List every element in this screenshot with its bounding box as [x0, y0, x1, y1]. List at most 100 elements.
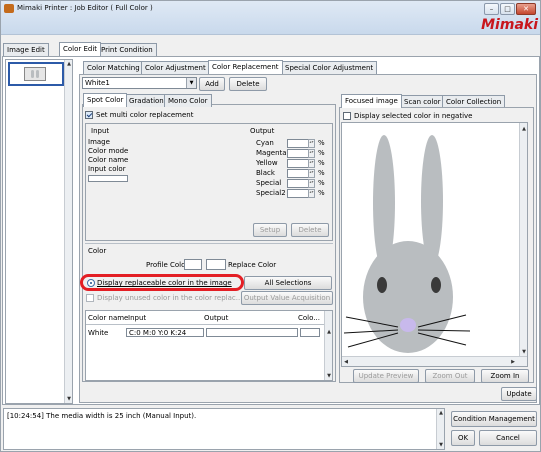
- tab-special-color-adjustment[interactable]: Special Color Adjustment: [281, 61, 378, 74]
- col-output[interactable]: Output: [204, 314, 228, 322]
- replace-color-swatch: [206, 259, 226, 270]
- display-replaceable-radio[interactable]: [87, 279, 95, 287]
- add-button[interactable]: Add: [199, 77, 225, 91]
- black-label: Black: [256, 169, 275, 177]
- ok-button[interactable]: OK: [451, 430, 475, 446]
- color-name-label: Color name: [88, 156, 129, 164]
- special2-label: Special2: [256, 189, 286, 197]
- magenta-unit: %: [318, 149, 325, 157]
- row-input: C:0 M:0 Y:0 K:24: [126, 328, 204, 337]
- brand-logo: Mimaki: [481, 17, 538, 33]
- special-input[interactable]: [287, 179, 309, 188]
- delete-output-button[interactable]: Delete: [291, 223, 329, 237]
- scroll-up-icon[interactable]: ▲: [520, 126, 528, 132]
- thumbnail-selected[interactable]: [8, 62, 64, 86]
- scroll-down-icon[interactable]: ▼: [65, 396, 73, 402]
- viewport-hscroll[interactable]: ◀ ▶: [342, 356, 527, 366]
- display-negative-checkbox[interactable]: [343, 112, 351, 120]
- window-title: Mimaki Printer : Job Editor ( Full Color…: [17, 4, 153, 12]
- cyan-unit: %: [318, 139, 325, 147]
- close-button[interactable]: ✕: [516, 3, 536, 15]
- preset-value: White1: [85, 79, 110, 87]
- profile-color-label: Profile Color: [146, 261, 189, 269]
- black-stepper[interactable]: ▴▾: [308, 169, 315, 178]
- col-input[interactable]: Input: [128, 314, 146, 322]
- scroll-down-icon[interactable]: ▼: [325, 373, 333, 379]
- row-color-name: White: [88, 329, 109, 337]
- title-bar: Mimaki Printer : Job Editor ( Full Color…: [1, 1, 540, 35]
- output-value-acquisition-button[interactable]: Output Value Acquisition: [241, 291, 333, 305]
- black-input[interactable]: [287, 169, 309, 178]
- scroll-down-icon[interactable]: ▼: [520, 349, 528, 355]
- display-replaceable-label[interactable]: Display replaceable color in the image: [97, 279, 232, 287]
- magenta-stepper[interactable]: ▴▾: [308, 149, 315, 158]
- display-negative-label: Display selected color in negative: [354, 112, 473, 120]
- cyan-input[interactable]: [287, 139, 309, 148]
- update-preview-button[interactable]: Update Preview: [353, 369, 419, 383]
- scroll-down-icon[interactable]: ▼: [437, 442, 445, 448]
- display-unused-checkbox[interactable]: [86, 294, 94, 302]
- special2-stepper[interactable]: ▴▾: [308, 189, 315, 198]
- tab-mono-color[interactable]: Mono Color: [164, 94, 212, 107]
- scroll-up-icon[interactable]: ▲: [325, 329, 333, 335]
- tab-color-matching[interactable]: Color Matching: [83, 61, 144, 74]
- display-unused-label: Display unused color in the color replac…: [97, 294, 243, 302]
- yellow-stepper[interactable]: ▴▾: [308, 159, 315, 168]
- viewport-vscroll[interactable]: ▲ ▼: [519, 123, 527, 356]
- row-output: [206, 328, 298, 337]
- thumbnail-image: [24, 67, 46, 81]
- tab-focused-image[interactable]: Focused image: [341, 94, 402, 108]
- color-mode-label: Color mode: [88, 147, 129, 155]
- cyan-label: Cyan: [256, 139, 274, 147]
- col-color-name[interactable]: Color name: [88, 314, 128, 322]
- tab-print-condition[interactable]: Print Condition: [97, 43, 157, 56]
- yellow-input[interactable]: [287, 159, 309, 168]
- tab-color-replacement[interactable]: Color Replacement: [208, 60, 283, 74]
- zoom-in-button[interactable]: Zoom In: [481, 369, 529, 383]
- app-icon: [4, 4, 14, 13]
- setup-button[interactable]: Setup: [253, 223, 287, 237]
- table-scrollbar[interactable]: ▲ ▼: [324, 311, 332, 380]
- update-button[interactable]: Update: [501, 387, 537, 401]
- special-label: Special: [256, 179, 282, 187]
- multi-replacement-label: Set multi color replacement: [96, 111, 194, 119]
- preset-select[interactable]: White1 ▼: [82, 77, 197, 89]
- special2-unit: %: [318, 189, 325, 197]
- magenta-input[interactable]: [287, 149, 309, 158]
- condition-management-button[interactable]: Condition Management: [451, 411, 537, 427]
- log-text: [10:24:54] The media width is 25 inch (M…: [7, 412, 197, 420]
- scroll-right-icon[interactable]: ▶: [509, 359, 517, 365]
- thumbnail-scrollbar[interactable]: ▲ ▼: [64, 60, 72, 403]
- magenta-label: Magenta: [256, 149, 287, 157]
- table-row[interactable]: White C:0 M:0 Y:0 K:24: [86, 327, 324, 338]
- profile-color-swatch: [184, 259, 202, 270]
- maximize-button[interactable]: □: [500, 3, 515, 15]
- scroll-left-icon[interactable]: ◀: [342, 359, 350, 365]
- special2-input[interactable]: [287, 189, 309, 198]
- chevron-down-icon[interactable]: ▼: [186, 78, 196, 88]
- scroll-up-icon[interactable]: ▲: [437, 410, 445, 416]
- tab-spot-color[interactable]: Spot Color: [83, 93, 128, 107]
- cyan-stepper[interactable]: ▴▾: [308, 139, 315, 148]
- minimize-button[interactable]: –: [484, 3, 499, 15]
- tab-image-edit[interactable]: Image Edit: [3, 43, 49, 56]
- zoom-out-button[interactable]: Zoom Out: [425, 369, 475, 383]
- image-viewport[interactable]: ▲ ▼ ◀ ▶: [341, 122, 528, 367]
- col-color[interactable]: Colo...: [298, 314, 320, 322]
- rabbit-image: [343, 135, 471, 353]
- delete-preset-button[interactable]: Delete: [229, 77, 267, 91]
- all-selections-button[interactable]: All Selections: [244, 276, 332, 290]
- cancel-button[interactable]: Cancel: [479, 430, 537, 446]
- log-scrollbar[interactable]: ▲ ▼: [436, 409, 444, 449]
- multi-replacement-checkbox[interactable]: [85, 111, 93, 119]
- scroll-up-icon[interactable]: ▲: [65, 61, 73, 67]
- tab-gradation[interactable]: Gradation: [125, 94, 168, 107]
- tab-color-edit[interactable]: Color Edit: [59, 42, 102, 56]
- input-title: Input: [91, 127, 110, 135]
- input-color-label: Input color: [88, 165, 126, 173]
- divider: [85, 243, 333, 244]
- tab-color-adjustment[interactable]: Color Adjustment: [141, 61, 210, 74]
- color-table: Color name Input Output Colo... White C:…: [85, 310, 333, 381]
- special-stepper[interactable]: ▴▾: [308, 179, 315, 188]
- thumbnail-panel: ▲ ▼: [5, 59, 73, 404]
